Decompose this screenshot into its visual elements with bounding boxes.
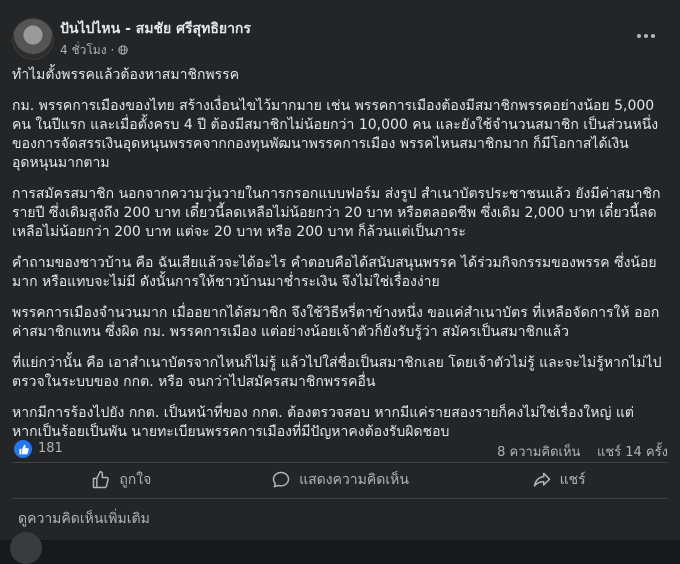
like-button[interactable]: ถูกใจ bbox=[12, 462, 231, 498]
post-time[interactable]: 4 ชั่วโมง bbox=[60, 43, 107, 57]
comment-bubble-icon bbox=[272, 471, 290, 488]
reaction-bar: 181 8 ความคิดเห็น แชร์ 14 ครั้ง bbox=[14, 436, 668, 462]
thumbs-up-icon[interactable] bbox=[14, 440, 32, 458]
action-bar: ถูกใจ แสดงความคิดเห็น แชร์ bbox=[12, 462, 668, 498]
more-dot bbox=[644, 34, 648, 38]
share-label: แชร์ bbox=[559, 472, 586, 488]
view-more-comments-link[interactable]: ดูความคิดเห็นเพิ่มเติม bbox=[18, 508, 150, 530]
comment-button[interactable]: แสดงความคิดเห็น bbox=[231, 462, 450, 498]
post-paragraph: การสมัครสมาชิก นอกจากความวุ่นวายในการกรอ… bbox=[12, 186, 661, 240]
divider bbox=[12, 498, 668, 499]
post-paragraph: ทำไมตั้งพรรคแล้วต้องหาสมาชิกพรรค bbox=[12, 67, 240, 83]
engagement-counts: 8 ความคิดเห็น แชร์ 14 ครั้ง bbox=[497, 441, 668, 462]
post-paragraph: คำถามของชาวบ้าน คือ ฉันเสียแล้วจะได้อะไร… bbox=[12, 255, 657, 290]
author-avatar[interactable] bbox=[12, 18, 54, 60]
post-text: ทำไมตั้งพรรคแล้วต้องหาสมาชิกพรรค กม. พรร… bbox=[12, 66, 664, 454]
more-options-button[interactable] bbox=[632, 26, 660, 46]
more-horizontal-icon bbox=[637, 34, 641, 38]
globe-icon bbox=[118, 45, 129, 55]
meta-separator: · bbox=[110, 43, 115, 57]
post-paragraph: ที่แย่กว่านั้น คือ เอาสำเนาบัตรจากไหนก็ไ… bbox=[12, 355, 662, 390]
comment-count[interactable]: 8 ความคิดเห็น bbox=[497, 445, 580, 460]
like-outline-icon bbox=[93, 470, 110, 489]
comment-label: แสดงความคิดเห็น bbox=[299, 472, 409, 488]
reaction-count[interactable]: 181 bbox=[38, 441, 63, 456]
author-name[interactable]: ปันไปไหน - สมชัย ศรีสุทธิยากร bbox=[60, 18, 251, 40]
share-arrow-icon bbox=[533, 472, 550, 487]
post-paragraph: กม. พรรคการเมืองของไทย สร้างเงื่อนไขไว้ม… bbox=[12, 98, 659, 171]
commenter-avatar[interactable] bbox=[10, 532, 42, 564]
post-paragraph: พรรคการเมืองจำนวนมาก เมื่ออยากได้สมาชิก … bbox=[12, 305, 660, 340]
share-count[interactable]: แชร์ 14 ครั้ง bbox=[597, 445, 668, 460]
post-header: ปันไปไหน - สมชัย ศรีสุทธิยากร 4 ชั่วโมง · bbox=[12, 14, 668, 64]
post-card: ปันไปไหน - สมชัย ศรีสุทธิยากร 4 ชั่วโมง ·… bbox=[0, 0, 680, 564]
like-label: ถูกใจ bbox=[119, 472, 152, 488]
more-dot bbox=[651, 34, 655, 38]
post-meta: 4 ชั่วโมง · bbox=[60, 41, 129, 60]
share-button[interactable]: แชร์ bbox=[449, 462, 668, 498]
